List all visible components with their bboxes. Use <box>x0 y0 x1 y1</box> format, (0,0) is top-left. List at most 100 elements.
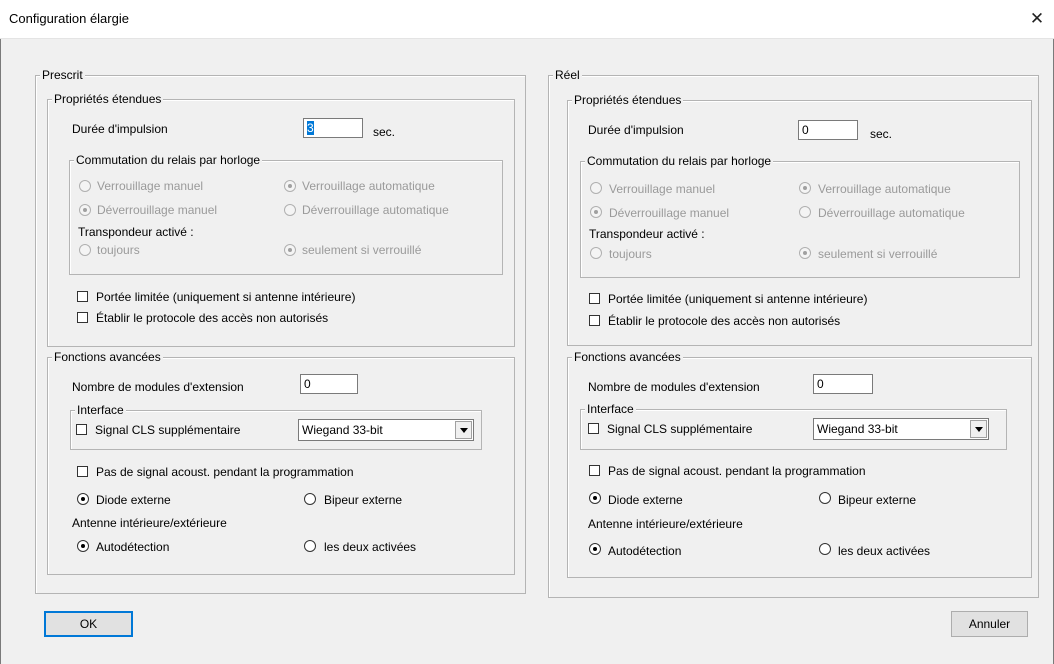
limited-range-label: Portée limitée (uniquement si antenne in… <box>96 290 356 304</box>
group-interface-title: Interface <box>75 403 126 417</box>
only-locked-label: seulement si verrouillé <box>818 247 938 261</box>
radio-auto-unlock[interactable] <box>284 204 296 216</box>
radio-manual-unlock[interactable] <box>79 204 91 216</box>
pulse-duration-input[interactable]: 3 <box>303 118 363 138</box>
modules-value: 0 <box>304 377 311 391</box>
dialog-client: Prescrit Propriétés étendues Durée d'imp… <box>0 39 1054 664</box>
radio-both-active[interactable] <box>819 543 831 555</box>
no-beep-label: Pas de signal acoust. pendant la program… <box>608 464 866 478</box>
antenna-label: Antenne intérieure/extérieure <box>588 517 743 531</box>
radio-ext-diode[interactable] <box>589 492 601 504</box>
ext-buzzer-label: Bipeur externe <box>324 493 403 507</box>
both-active-label: les deux activées <box>324 540 417 554</box>
modules-label: Nombre de modules d'extension <box>72 380 244 394</box>
group-interface: Interface Signal CLS supplémentaire Wieg… <box>70 403 482 450</box>
group-advanced: Fonctions avancées Nombre de modules d'e… <box>47 350 515 575</box>
auto-unlock-label: Déverrouillage automatique <box>818 206 965 220</box>
modules-input[interactable]: 0 <box>300 374 358 394</box>
group-advanced-reel: Fonctions avancées Nombre de modules d'e… <box>567 350 1032 578</box>
group-advanced-title: Fonctions avancées <box>52 350 163 364</box>
radio-ext-buzzer[interactable] <box>819 492 831 504</box>
ok-button[interactable]: OK <box>44 611 133 637</box>
limited-range-label: Portée limitée (uniquement si antenne in… <box>608 292 868 306</box>
protocol-checkbox[interactable] <box>589 315 600 326</box>
group-properties-title: Propriétés étendues <box>52 92 164 106</box>
no-beep-checkbox[interactable] <box>77 466 88 477</box>
dropdown-button[interactable] <box>455 421 472 439</box>
radio-always[interactable] <box>79 244 91 256</box>
group-properties: Propriétés étendues Durée d'impulsion 3 … <box>47 92 515 347</box>
group-clock: Commutation du relais par horloge Verrou… <box>69 153 503 275</box>
group-clock: Commutation du relais par horloge Verrou… <box>580 154 1020 278</box>
only-locked-label: seulement si verrouillé <box>302 243 422 257</box>
auto-unlock-label: Déverrouillage automatique <box>302 203 449 217</box>
radio-autodetect[interactable] <box>589 543 601 555</box>
manual-unlock-label: Déverrouillage manuel <box>97 203 218 217</box>
ext-diode-label: Diode externe <box>608 493 683 507</box>
auto-lock-label: Verrouillage automatique <box>818 182 951 196</box>
title-bar: Configuration élargie ✕ <box>0 0 1054 39</box>
radio-autodetect[interactable] <box>77 540 89 552</box>
autodetect-label: Autodétection <box>96 540 170 554</box>
always-label: toujours <box>97 243 140 257</box>
radio-always[interactable] <box>590 247 602 259</box>
always-label: toujours <box>609 247 652 261</box>
both-active-label: les deux activées <box>838 544 931 558</box>
transponder-label: Transpondeur activé : <box>589 227 705 241</box>
no-beep-checkbox[interactable] <box>589 465 600 476</box>
pulse-unit-label: sec. <box>870 127 893 141</box>
interface-select[interactable]: Wiegand 33-bit <box>813 418 989 440</box>
group-clock-title: Commutation du relais par horloge <box>585 154 774 168</box>
cls-signal-checkbox[interactable] <box>76 424 87 435</box>
protocol-label: Établir le protocole des accès non autor… <box>608 314 841 328</box>
cancel-button[interactable]: Annuler <box>951 611 1028 637</box>
radio-ext-diode[interactable] <box>77 493 89 505</box>
group-prescrit: Prescrit Propriétés étendues Durée d'imp… <box>35 68 526 594</box>
cls-signal-label: Signal CLS supplémentaire <box>607 422 753 436</box>
manual-lock-label: Verrouillage manuel <box>97 179 204 193</box>
cls-signal-checkbox[interactable] <box>588 423 599 434</box>
limited-range-checkbox[interactable] <box>77 291 88 302</box>
dropdown-button[interactable] <box>970 420 987 438</box>
group-clock-title: Commutation du relais par horloge <box>74 153 263 167</box>
modules-value: 0 <box>817 377 824 391</box>
autodetect-label: Autodétection <box>608 544 682 558</box>
interface-select[interactable]: Wiegand 33-bit <box>298 419 474 441</box>
modules-input[interactable]: 0 <box>813 374 873 394</box>
radio-only-locked[interactable] <box>799 247 811 259</box>
pulse-duration-label: Durée d'impulsion <box>588 123 684 137</box>
manual-lock-label: Verrouillage manuel <box>609 182 716 196</box>
manual-unlock-label: Déverrouillage manuel <box>609 206 730 220</box>
pulse-duration-input[interactable]: 0 <box>798 120 858 140</box>
radio-manual-lock[interactable] <box>79 180 91 192</box>
radio-manual-unlock[interactable] <box>590 206 602 218</box>
modules-label: Nombre de modules d'extension <box>588 380 760 394</box>
group-prescrit-title: Prescrit <box>40 68 85 82</box>
pulse-unit-label: sec. <box>373 125 396 139</box>
radio-auto-lock[interactable] <box>284 180 296 192</box>
group-reel: Réel Propriétés étendues Durée d'impulsi… <box>548 68 1039 598</box>
pulse-duration-value: 3 <box>307 121 314 135</box>
close-icon[interactable]: ✕ <box>1026 8 1048 30</box>
radio-manual-lock[interactable] <box>590 182 602 194</box>
interface-select-value: Wiegand 33-bit <box>817 422 898 436</box>
ext-diode-label: Diode externe <box>96 493 171 507</box>
radio-auto-unlock[interactable] <box>799 206 811 218</box>
cls-signal-label: Signal CLS supplémentaire <box>95 423 241 437</box>
protocol-checkbox[interactable] <box>77 312 88 323</box>
chevron-down-icon <box>975 427 983 432</box>
ext-buzzer-label: Bipeur externe <box>838 493 917 507</box>
group-properties-title: Propriétés étendues <box>572 93 684 107</box>
radio-auto-lock[interactable] <box>799 182 811 194</box>
group-advanced-title: Fonctions avancées <box>572 350 683 364</box>
group-interface: Interface Signal CLS supplémentaire Wieg… <box>580 402 1007 450</box>
limited-range-checkbox[interactable] <box>589 293 600 304</box>
interface-select-value: Wiegand 33-bit <box>302 423 383 437</box>
group-reel-title: Réel <box>553 68 582 82</box>
radio-only-locked[interactable] <box>284 244 296 256</box>
no-beep-label: Pas de signal acoust. pendant la program… <box>96 465 354 479</box>
radio-ext-buzzer[interactable] <box>304 493 316 505</box>
auto-lock-label: Verrouillage automatique <box>302 179 435 193</box>
pulse-duration-label: Durée d'impulsion <box>72 122 168 136</box>
radio-both-active[interactable] <box>304 540 316 552</box>
